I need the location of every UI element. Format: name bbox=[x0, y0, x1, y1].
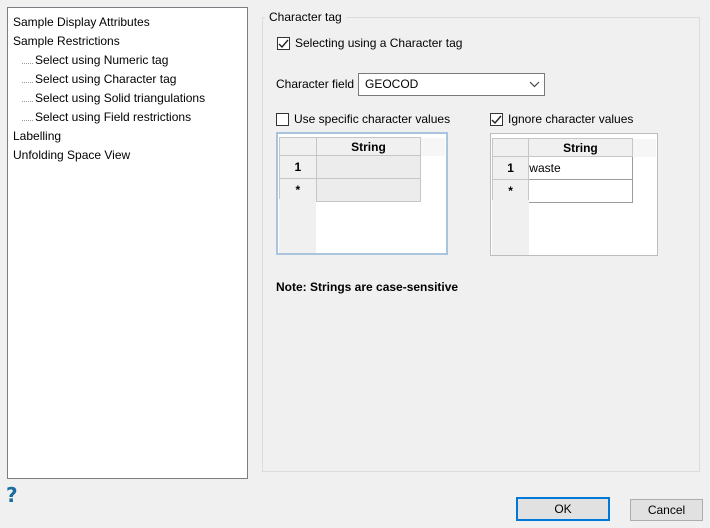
grid-cell[interactable] bbox=[529, 180, 632, 203]
groupbox-title: Character tag bbox=[265, 10, 346, 24]
selecting-character-tag-checkbox[interactable] bbox=[277, 37, 290, 50]
selecting-character-tag-checkbox-row: Selecting using a Character tag bbox=[277, 36, 462, 51]
grid-corner-cell bbox=[493, 139, 529, 157]
tree-item-label: Select using Field restrictions bbox=[35, 110, 191, 124]
navigation-tree: Sample Display Attributes Sample Restric… bbox=[7, 7, 248, 479]
cancel-button[interactable]: Cancel bbox=[630, 499, 703, 521]
character-field-value: GEOCOD bbox=[359, 74, 524, 95]
grid-row-extension bbox=[421, 179, 446, 202]
grid-row-extension bbox=[632, 180, 656, 203]
checkmark-icon bbox=[491, 115, 502, 125]
grid-column-header: String bbox=[529, 139, 632, 157]
tree-branch-line bbox=[22, 96, 33, 102]
ok-button[interactable]: OK bbox=[516, 497, 610, 521]
grid-header-extension bbox=[421, 138, 446, 156]
tree-branch-line bbox=[22, 77, 33, 83]
tree-item-unfolding-space-view[interactable]: Unfolding Space View bbox=[8, 146, 247, 165]
tree-branch-line bbox=[22, 58, 33, 64]
grid-cell[interactable] bbox=[316, 179, 420, 202]
ignore-values-table: String 1 waste * bbox=[492, 138, 657, 203]
character-field-label: Character field bbox=[276, 77, 354, 91]
checkmark-icon bbox=[278, 39, 289, 49]
tree-item-label: Select using Character tag bbox=[35, 72, 176, 86]
grid-rowheader-gutter bbox=[492, 200, 529, 255]
grid-rowheader-gutter bbox=[279, 199, 316, 253]
ignore-values-checkbox-row: Ignore character values bbox=[490, 112, 633, 127]
case-sensitive-note: Note: Strings are case-sensitive bbox=[276, 280, 458, 294]
character-tag-dialog: Sample Display Attributes Sample Restric… bbox=[0, 0, 710, 528]
grid-row-extension bbox=[421, 156, 446, 179]
use-specific-values-checkbox-row: Use specific character values bbox=[276, 112, 450, 127]
tree-item-labelling[interactable]: Labelling bbox=[8, 127, 247, 146]
tree-item-select-using-solid-triangulations[interactable]: Select using Solid triangulations bbox=[8, 89, 247, 108]
grid-row-extension bbox=[632, 157, 656, 180]
grid-header-extension bbox=[632, 139, 656, 157]
tree-item-label: Select using Solid triangulations bbox=[35, 91, 205, 105]
tree-branch-line bbox=[22, 115, 33, 121]
grid-cell[interactable] bbox=[316, 156, 420, 179]
tree-item-select-using-field-restrictions[interactable]: Select using Field restrictions bbox=[8, 108, 247, 127]
grid-row-header[interactable]: 1 bbox=[493, 157, 529, 180]
use-specific-values-checkbox[interactable] bbox=[276, 113, 289, 126]
specific-values-table: String 1 * bbox=[279, 137, 446, 202]
tree-item-sample-restrictions[interactable]: Sample Restrictions bbox=[8, 32, 247, 51]
grid-cell-waste[interactable]: waste bbox=[529, 157, 632, 180]
specific-values-grid[interactable]: String 1 * bbox=[276, 132, 448, 255]
character-field-combobox[interactable]: GEOCOD bbox=[358, 73, 545, 96]
use-specific-values-label: Use specific character values bbox=[294, 112, 450, 127]
grid-column-header: String bbox=[316, 138, 420, 156]
tree-item-label: Select using Numeric tag bbox=[35, 53, 168, 67]
chevron-down-icon[interactable] bbox=[524, 81, 544, 88]
grid-row-header[interactable]: 1 bbox=[280, 156, 317, 179]
tree-item-sample-display-attributes[interactable]: Sample Display Attributes bbox=[8, 13, 247, 32]
help-icon[interactable]: ? bbox=[6, 483, 18, 507]
grid-corner-cell bbox=[280, 138, 317, 156]
ignore-values-checkbox[interactable] bbox=[490, 113, 503, 126]
tree-item-select-using-character-tag[interactable]: Select using Character tag bbox=[8, 70, 247, 89]
ignore-values-grid[interactable]: String 1 waste * bbox=[490, 133, 658, 256]
ignore-values-label: Ignore character values bbox=[508, 112, 633, 127]
tree-item-select-using-numeric-tag[interactable]: Select using Numeric tag bbox=[8, 51, 247, 70]
selecting-character-tag-label: Selecting using a Character tag bbox=[295, 36, 462, 51]
